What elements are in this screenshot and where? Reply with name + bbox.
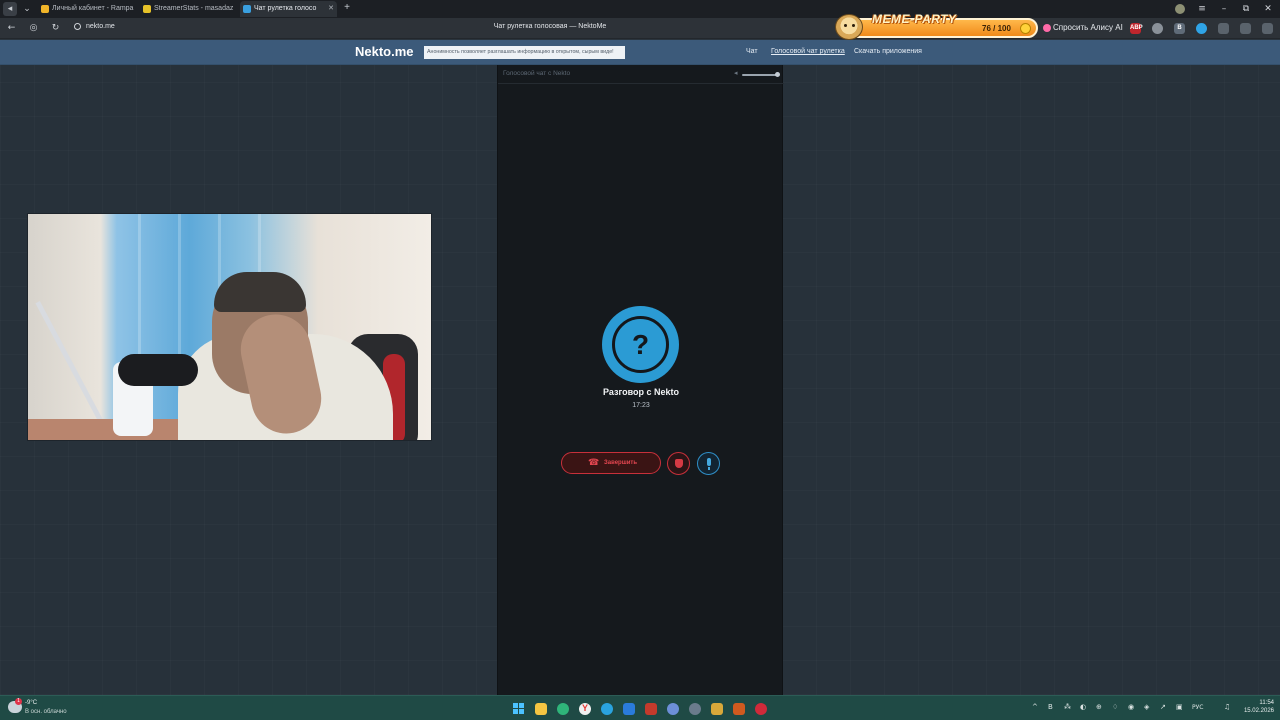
tab-nekto[interactable]: Чат рулетка голосо ✕ xyxy=(240,1,337,17)
nav-chat-link[interactable]: Чат xyxy=(746,48,758,55)
browser-menu-icon[interactable]: ≡ xyxy=(1192,1,1212,17)
app-record-icon[interactable] xyxy=(755,703,767,715)
start-button-icon[interactable] xyxy=(513,703,525,715)
voice-chat-panel: Голосовой чат с Nekto ◂ ? Разговор с Nek… xyxy=(497,65,784,695)
tray-telegram-icon[interactable]: ↗ xyxy=(1160,703,1166,711)
system-clock[interactable]: 11:54 15.02.2026 xyxy=(1240,699,1274,715)
tray-app-icon[interactable]: ◈ xyxy=(1144,703,1149,711)
shield-icon xyxy=(675,459,683,468)
audio-tab-icon[interactable]: ◂ xyxy=(3,2,17,16)
tab-label: StreamerStats - masadaz xyxy=(154,5,234,12)
steam-icon[interactable] xyxy=(689,703,701,715)
volume-slider[interactable] xyxy=(742,74,778,76)
extension-icon[interactable] xyxy=(1152,23,1163,34)
tray-app-icon[interactable]: ♢ xyxy=(1112,703,1118,711)
phone-hangup-icon: ☎ xyxy=(588,458,600,468)
tab-rampa[interactable]: Личный кабинет - Rampa xyxy=(38,1,138,17)
tray-app-icon[interactable]: ⁂ xyxy=(1064,703,1071,711)
panel-title: Голосовой чат с Nekto xyxy=(503,70,571,77)
restore-icon[interactable]: ⧉ xyxy=(1236,1,1256,17)
edge-browser-icon[interactable] xyxy=(557,703,569,715)
webcam-video xyxy=(27,213,432,441)
telegram-icon[interactable] xyxy=(601,703,613,715)
tab-label: Чат рулетка голосо xyxy=(254,5,317,12)
download-icon[interactable] xyxy=(1240,23,1251,34)
yandex-browser-icon[interactable]: Y xyxy=(579,703,591,715)
favicon-icon xyxy=(243,5,251,13)
panel-header: Голосовой чат с Nekto ◂ xyxy=(498,65,784,84)
close-window-icon[interactable]: ✕ xyxy=(1258,1,1278,17)
sync-icon[interactable] xyxy=(1196,23,1207,34)
microphone-icon xyxy=(707,458,711,466)
microphone xyxy=(118,354,198,386)
favicon-icon xyxy=(41,5,49,13)
ask-alisa-button[interactable]: Спросить Алису AI xyxy=(1041,20,1129,36)
nav-download-apps-link[interactable]: Скачать приложения xyxy=(854,48,922,55)
interlocutor-avatar: ? xyxy=(602,306,679,383)
app-blue-icon[interactable] xyxy=(623,703,635,715)
puzzle-icon[interactable] xyxy=(1218,23,1229,34)
mic-arm xyxy=(35,301,106,427)
windows-taskbar: 1 -9°C В осн. облачно Y ^ В ⁂ ◐ ⊕ ♢ ◉ ◈ … xyxy=(0,695,1280,720)
conversation-title: Разговор с Nekto xyxy=(602,387,680,397)
page-content: Nekto.me Анонимность позволяет разглашат… xyxy=(0,40,1280,695)
tray-app-icon[interactable]: ◐ xyxy=(1080,703,1086,711)
nav-voice-chat-link[interactable]: Голосовой чат рулетка xyxy=(771,48,845,55)
minimize-icon[interactable]: – xyxy=(1214,1,1234,17)
site-notice: Анонимность позволяет разглашать информа… xyxy=(424,46,625,59)
tab-label: Личный кабинет - Rampa xyxy=(52,5,134,12)
new-tab-button[interactable]: + xyxy=(341,2,353,14)
bookmark-icon[interactable]: B xyxy=(1174,23,1185,34)
weather-badge: 1 xyxy=(15,698,22,705)
mute-mic-button[interactable] xyxy=(697,452,720,475)
meme-party-title: MEME-PARTY xyxy=(872,12,957,26)
meme-party-widget[interactable]: MEME-PARTY 76 / 100 xyxy=(832,12,1040,40)
profile-icon[interactable] xyxy=(1170,1,1190,17)
input-language[interactable]: РУС xyxy=(1192,704,1203,711)
volume-tray-icon[interactable]: ♫ xyxy=(1224,703,1230,711)
tray-app-icon[interactable]: ▣ xyxy=(1176,703,1183,711)
volume-icon[interactable]: ◂ xyxy=(734,70,742,78)
desk xyxy=(28,419,178,440)
file-explorer-icon[interactable] xyxy=(535,703,547,715)
weather-temperature[interactable]: -9°C xyxy=(25,700,37,706)
weather-description[interactable]: В осн. облачно xyxy=(25,709,67,715)
tray-b-icon[interactable]: В xyxy=(1048,703,1053,711)
volume-slider-handle[interactable] xyxy=(775,72,780,77)
report-button[interactable] xyxy=(667,452,690,475)
adblock-icon[interactable]: ABP xyxy=(1130,23,1143,34)
clock-date: 15.02.2026 xyxy=(1243,708,1274,714)
clock-time: 11:54 xyxy=(1259,700,1274,706)
meme-party-count: 76 / 100 xyxy=(982,24,1011,33)
site-logo[interactable]: Nekto.me xyxy=(355,44,414,59)
favicon-icon xyxy=(143,5,151,13)
tab-streamerstats[interactable]: StreamerStats - masadaz xyxy=(140,1,238,17)
end-call-button[interactable]: ☎ Завершить xyxy=(561,452,661,474)
coin-icon xyxy=(1020,23,1031,34)
tray-app-icon[interactable]: ⊕ xyxy=(1096,703,1102,711)
obs-icon[interactable] xyxy=(711,703,723,715)
app-fox-icon[interactable] xyxy=(733,703,745,715)
microphone-stem xyxy=(708,467,710,470)
doge-icon xyxy=(835,14,863,40)
close-tab-icon[interactable]: ✕ xyxy=(328,1,334,17)
end-call-label: Завершить xyxy=(604,460,638,466)
site-header: Nekto.me Анонимность позволяет разглашат… xyxy=(0,40,1280,65)
browser-tab-strip: ◂ ⌄ Личный кабинет - Rampa StreamerStats… xyxy=(0,0,1280,18)
tab-list-chevron-icon[interactable]: ⌄ xyxy=(20,2,34,16)
menu-icon[interactable] xyxy=(1262,23,1273,34)
tray-app-icon[interactable]: ◉ xyxy=(1128,703,1134,711)
tray-overflow-icon[interactable]: ^ xyxy=(1032,703,1038,711)
person-hair xyxy=(214,272,306,312)
app-gem-icon[interactable] xyxy=(667,703,679,715)
question-mark-icon: ? xyxy=(631,329,650,360)
conversation-timer: 17:23 xyxy=(632,402,650,409)
app-red-icon[interactable] xyxy=(645,703,657,715)
